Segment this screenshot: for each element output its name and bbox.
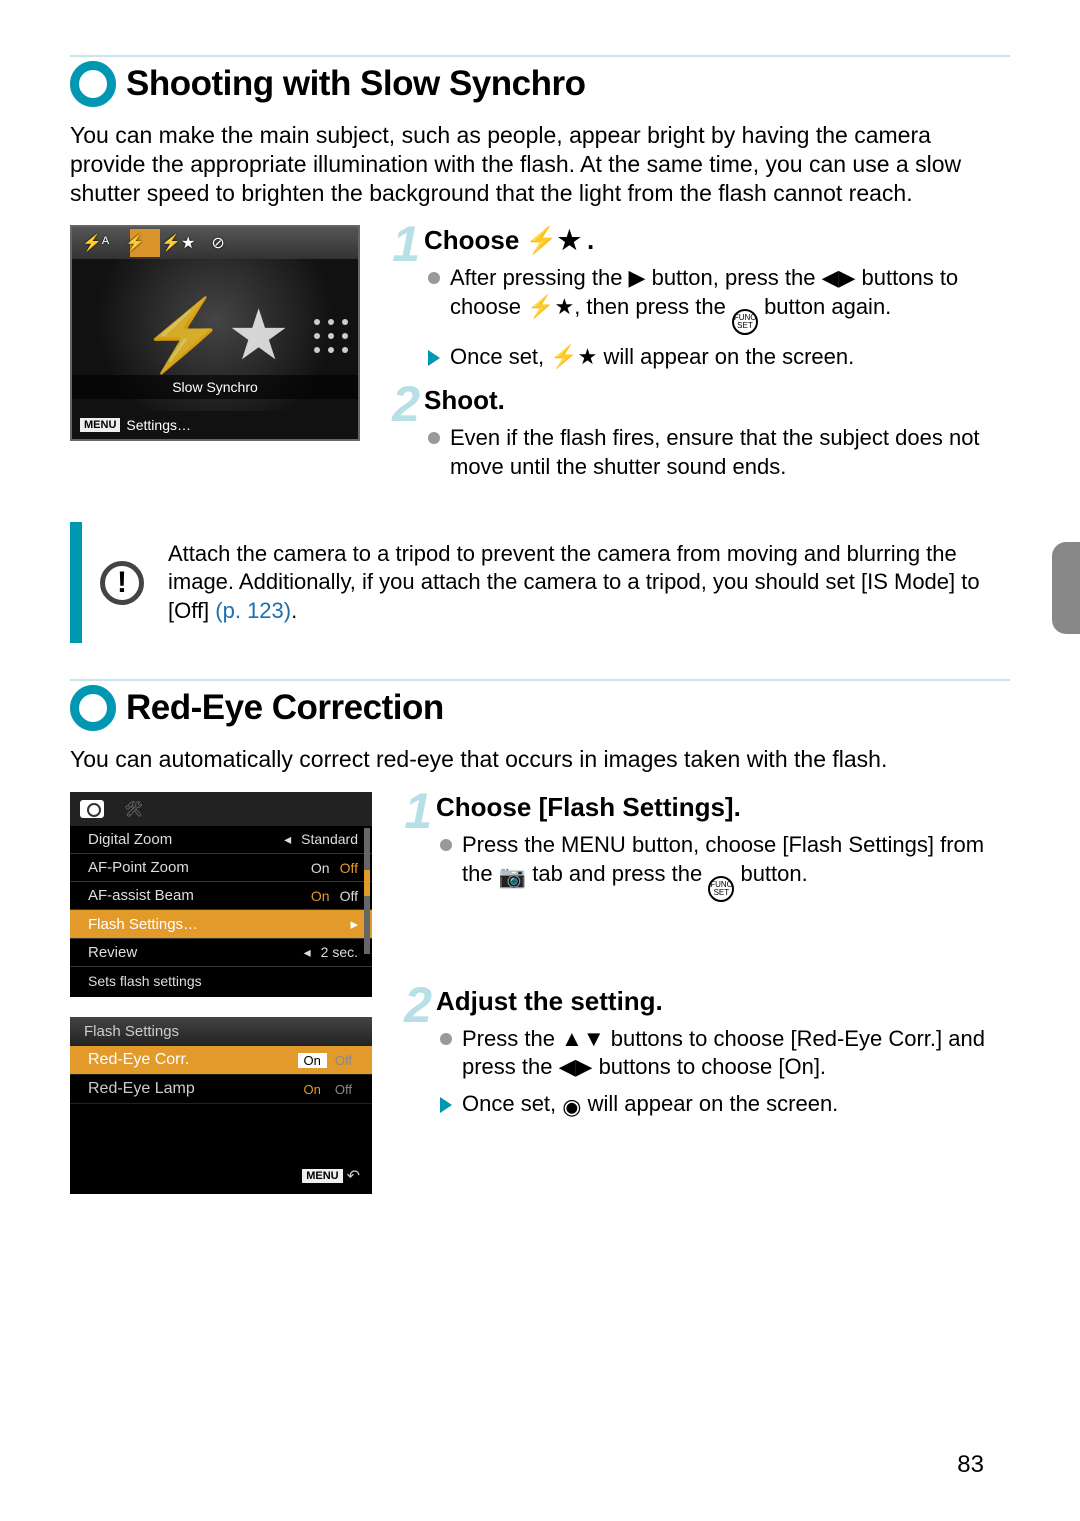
step-1: 1 Choose [Flash Settings]. Press the MEN… xyxy=(396,792,1010,910)
flash-row-red-eye-corr: Red-Eye Corr. OnOff xyxy=(70,1046,372,1075)
slow-synchro-screenshot: ⚡ᴬ⚡⚡★⊘ ⚡★ Slow Synchro MENU Settings… xyxy=(70,225,360,441)
func-set-icon: FUNCSET xyxy=(732,309,758,335)
page-number: 83 xyxy=(957,1451,984,1479)
step-number-icon: 1 xyxy=(384,223,420,266)
step2-bullet-1: Press the ▲▼ buttons to choose [Red-Eye … xyxy=(440,1025,1010,1082)
menu-row-flash-settings: Flash Settings… ▸ xyxy=(70,910,372,939)
section-divider xyxy=(70,55,1010,57)
step-number-icon: 1 xyxy=(396,790,432,833)
tools-tab-icon: 🛠 xyxy=(124,800,143,818)
slow-synchro-icon: ⚡★ xyxy=(140,294,290,377)
flash-settings-title: Flash Settings xyxy=(70,1017,372,1046)
footer-text: Settings… xyxy=(126,417,191,433)
step-2: 2 Adjust the setting. Press the ▲▼ butto… xyxy=(396,986,1010,1130)
section-title: Red-Eye Correction xyxy=(126,688,444,728)
red-eye-icon: ◉ xyxy=(562,1093,581,1122)
menu-button-label: MENU xyxy=(80,418,120,432)
section2-intro: You can automatically correct red-eye th… xyxy=(70,745,1010,774)
tripod-warning-note: ! Attach the camera to a tripod to preve… xyxy=(70,522,1010,644)
menu-button-label: MENU xyxy=(302,1169,342,1183)
section-divider xyxy=(70,679,1010,681)
step1-title: Choose [Flash Settings]. xyxy=(436,792,1010,823)
circle-bullet-icon xyxy=(440,1033,452,1045)
return-icon: ↶ xyxy=(347,1166,360,1186)
flash-row-red-eye-lamp: Red-Eye Lamp OnOff xyxy=(70,1075,372,1104)
circle-bullet-icon xyxy=(428,272,440,284)
func-set-icon: FUNCSET xyxy=(708,876,734,902)
step2-title: Adjust the setting. xyxy=(436,986,1010,1017)
section-heading-slow-synchro: Shooting with Slow Synchro xyxy=(70,61,1010,107)
step-number-icon: 2 xyxy=(384,383,420,426)
step-1: 1 Choose ⚡★ . After pressing the ▶ butto… xyxy=(384,225,1010,379)
circle-bullet-icon xyxy=(440,839,452,851)
mode-label: Slow Synchro xyxy=(72,375,358,399)
menu-row-digital-zoom: Digital Zoom ◂Standard xyxy=(70,826,372,854)
section1-intro: You can make the main subject, such as p… xyxy=(70,121,1010,207)
step1-title: Choose ⚡★ . xyxy=(424,225,1010,256)
step2-bullet-2: Once set, ◉ will appear on the screen. xyxy=(440,1090,1010,1122)
step2-bullet-1: Even if the flash fires, ensure that the… xyxy=(428,424,1010,481)
section-heading-red-eye: Red-Eye Correction xyxy=(70,685,1010,731)
menu-row-af-point-zoom: AF-Point Zoom OnOff xyxy=(70,854,372,882)
menu-row-review: Review ◂2 sec. xyxy=(70,939,372,967)
heading-ring-icon xyxy=(70,61,116,107)
camera-tab-icon: 📷 xyxy=(499,863,526,892)
slow-synchro-flash-icon: ⚡★ xyxy=(527,294,574,319)
triangle-bullet-icon xyxy=(428,350,440,366)
menu-help-text: Sets flash settings xyxy=(70,967,372,997)
menu-row-af-assist-beam: AF-assist Beam OnOff xyxy=(70,882,372,910)
section-title: Shooting with Slow Synchro xyxy=(126,64,585,104)
menu-scrollbar xyxy=(364,828,370,954)
step-number-icon: 2 xyxy=(396,984,432,1027)
step1-bullet-1: After pressing the ▶ button, press the ◀… xyxy=(428,264,1010,335)
shooting-menu-screenshot: 🛠 Digital Zoom ◂Standard AF-Point Zoom O… xyxy=(70,792,372,997)
slow-synchro-flash-icon: ⚡★ xyxy=(525,225,581,256)
triangle-bullet-icon xyxy=(440,1097,452,1113)
flash-mode-toolbar: ⚡ᴬ⚡⚡★⊘ xyxy=(72,227,358,259)
caution-icon: ! xyxy=(100,561,144,605)
step2-title: Shoot. xyxy=(424,385,1010,416)
step-2: 2 Shoot. Even if the flash fires, ensure… xyxy=(384,385,1010,489)
flash-settings-screenshot: Flash Settings Red-Eye Corr. OnOff Red-E… xyxy=(70,1017,372,1194)
step1-bullet-2: Once set, ⚡★ will appear on the screen. xyxy=(428,343,1010,372)
page-ref-link[interactable]: (p. 123) xyxy=(215,598,291,623)
page-thumb-tab xyxy=(1052,542,1080,634)
heading-ring-icon xyxy=(70,685,116,731)
camera-tab-icon xyxy=(80,800,104,818)
slow-synchro-flash-icon: ⚡★ xyxy=(550,344,597,369)
circle-bullet-icon xyxy=(428,432,440,444)
step1-bullet-1: Press the MENU button, choose [Flash Set… xyxy=(440,831,1010,902)
